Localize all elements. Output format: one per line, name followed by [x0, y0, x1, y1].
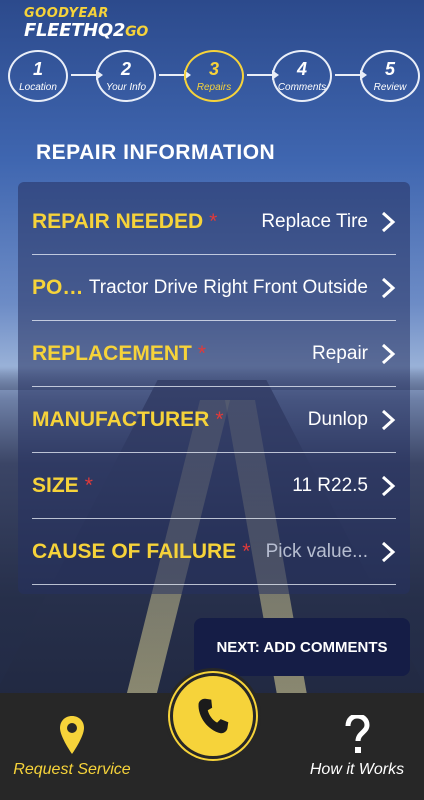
required-marker: *: [215, 408, 224, 431]
chevron-right-icon: [381, 343, 396, 365]
required-marker: *: [209, 210, 218, 233]
field-value: Pick value...: [265, 541, 368, 562]
field-value: Dunlop: [307, 409, 368, 430]
field-cause-of-failure[interactable]: CAUSE OF FAILURE * Pick value...: [32, 520, 396, 585]
step-label: Repairs: [196, 81, 232, 93]
field-value: 11 R22.5: [292, 475, 368, 496]
progress-steps: 1 Location 2 Your Info 3 Repairs 4 Comme…: [8, 50, 420, 102]
step-number: 4: [296, 58, 307, 79]
step-number: 5: [384, 58, 395, 79]
chevron-right-icon: [381, 541, 396, 563]
step-repairs[interactable]: 3 Repairs: [184, 50, 244, 102]
step-label: Comments: [277, 81, 327, 93]
step-number: 3: [208, 58, 219, 79]
next-add-comments-button[interactable]: NEXT: ADD COMMENTS: [194, 618, 410, 676]
field-label: MANUFACTURER: [32, 408, 210, 431]
step-your-info[interactable]: 2 Your Info: [96, 50, 156, 102]
request-service-label: Request Service: [13, 760, 131, 778]
call-button[interactable]: [165, 668, 261, 764]
field-repair-needed[interactable]: REPAIR NEEDED * Replace Tire: [32, 190, 396, 255]
step-review[interactable]: 5 Review: [360, 50, 420, 102]
chevron-right-icon: [381, 277, 396, 299]
required-marker: *: [197, 342, 207, 365]
repair-form: REPAIR NEEDED * Replace Tire PO… Tractor…: [18, 182, 410, 594]
brand-logo: GOODYEAR: [24, 6, 109, 21]
step-number: 2: [120, 58, 131, 79]
question-mark-icon: [345, 714, 370, 753]
how-it-works-button[interactable]: How it Works: [302, 693, 412, 800]
field-value: Repair: [312, 343, 368, 364]
phone-icon: [198, 698, 229, 734]
step-label: Location: [19, 81, 57, 93]
location-pin-icon: [60, 715, 84, 754]
required-marker: *: [84, 474, 93, 497]
chevron-right-icon: [381, 211, 396, 233]
app-logo: GOODYEAR FLEETHQ2GO: [24, 6, 148, 41]
step-comments[interactable]: 4 Comments: [272, 50, 332, 102]
required-marker: *: [242, 540, 251, 563]
chevron-right-icon: [381, 409, 396, 431]
step-number: 1: [32, 58, 43, 79]
how-it-works-label: How it Works: [309, 760, 405, 778]
request-service-button[interactable]: Request Service: [12, 693, 132, 800]
field-label: REPLACEMENT: [32, 342, 192, 365]
field-size[interactable]: SIZE * 11 R22.5: [32, 454, 396, 519]
field-label: SIZE: [32, 474, 79, 497]
field-label: REPAIR NEEDED: [32, 210, 204, 233]
field-label: PO…: [32, 276, 84, 299]
step-label: Your Info: [105, 81, 147, 93]
step-location[interactable]: 1 Location: [8, 50, 68, 102]
app-name: FLEETHQ2GO: [24, 20, 148, 41]
step-label: Review: [373, 81, 407, 93]
field-manufacturer[interactable]: MANUFACTURER * Dunlop: [32, 388, 396, 453]
field-value: Tractor Drive Right Front Outside: [88, 277, 368, 298]
field-replacement[interactable]: REPLACEMENT * Repair: [32, 322, 396, 387]
field-position[interactable]: PO… Tractor Drive Right Front Outside: [32, 256, 396, 321]
field-label: CAUSE OF FAILURE: [32, 540, 237, 563]
field-value: Replace Tire: [261, 211, 368, 232]
page-title: REPAIR INFORMATION: [36, 141, 276, 164]
header: GOODYEAR FLEETHQ2GO 1 Location 2 Your In…: [0, 0, 424, 130]
chevron-right-icon: [381, 475, 396, 497]
